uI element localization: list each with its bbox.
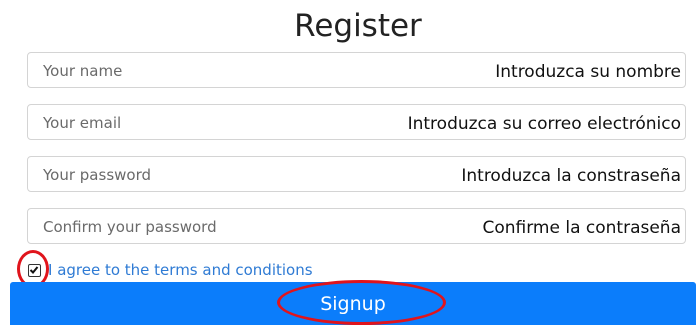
email-translation-label: Introduzca su correo electrónico <box>407 114 681 134</box>
password-translation-label: Introduzca la constraseña <box>461 166 681 186</box>
password-field[interactable]: Your password Introduzca la constraseña <box>27 156 686 192</box>
terms-link[interactable]: I agree to the terms and conditions <box>48 261 313 279</box>
confirm-password-translation-label: Confirme la contraseña <box>482 218 681 238</box>
confirm-password-placeholder: Confirm your password <box>43 218 217 236</box>
name-field[interactable]: Your name Introduzca su nombre <box>27 52 686 88</box>
password-placeholder: Your password <box>43 166 152 184</box>
name-translation-label: Introduzca su nombre <box>495 62 681 82</box>
terms-row: I agree to the terms and conditions <box>28 260 313 280</box>
email-field[interactable]: Your email Introduzca su correo electrón… <box>27 104 686 140</box>
signup-annotation-circle <box>277 280 446 325</box>
email-placeholder: Your email <box>43 114 122 132</box>
name-placeholder: Your name <box>43 62 123 80</box>
register-page: Register Your name Introduzca su nombre … <box>0 0 696 325</box>
page-title: Register <box>294 8 422 44</box>
confirm-password-field[interactable]: Confirm your password Confirme la contra… <box>27 208 686 244</box>
